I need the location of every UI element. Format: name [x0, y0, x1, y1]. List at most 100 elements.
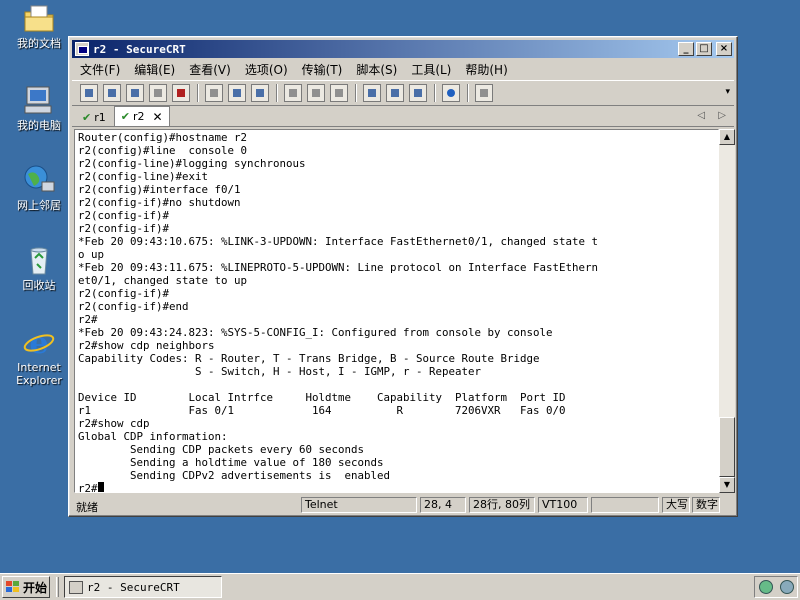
find-icon[interactable] [251, 84, 269, 102]
desktop-icon-network[interactable]: 网上邻居 [6, 164, 72, 212]
status-protocol: Telnet [301, 497, 417, 513]
terminal-screen[interactable]: Router(config)#hostname r2 r2(config)#lin… [74, 129, 719, 493]
desktop-icon-label: 我的电脑 [17, 119, 61, 132]
menu-edit[interactable]: 编辑(E) [134, 61, 175, 78]
scroll-up-icon[interactable]: ▲ [719, 129, 735, 145]
connect-icon[interactable] [80, 84, 98, 102]
svg-text:e: e [29, 326, 48, 358]
terminal-line: r2#show cdp [78, 417, 150, 430]
toolbar-separator [355, 84, 357, 102]
menu-transfer[interactable]: 传输(T) [302, 61, 343, 78]
print-icon[interactable] [330, 84, 348, 102]
quick-connect-icon[interactable] [103, 84, 121, 102]
desktop-icon-my-documents[interactable]: 我的文档 [6, 2, 72, 50]
status-blank [591, 497, 659, 513]
toolbar-separator [276, 84, 278, 102]
folder-icon [24, 5, 54, 32]
status-bar: 就绪 Telnet 28, 4 28行, 80列 VT100 大写 数字 [72, 496, 734, 514]
tab-scroll-left-icon[interactable]: ◁ [697, 110, 705, 121]
global-options-icon[interactable] [386, 84, 404, 102]
toolbar-separator [434, 84, 436, 102]
status-cursor-pos: 28, 4 [420, 497, 466, 513]
securecrt-window[interactable]: r2 - SecureCRT _ □ × 文件(F) 编辑(E) 查看(V) 选… [68, 36, 738, 517]
terminal-line: Sending a holdtime value of 180 seconds [78, 456, 384, 469]
desktop-icon-label: 网上邻居 [17, 199, 61, 212]
toolbar-separator [197, 84, 199, 102]
tab-navigation: ◁ ▷ [687, 110, 726, 121]
terminal-line: Global CDP information: [78, 430, 228, 443]
session-options-icon[interactable] [363, 84, 381, 102]
help-icon[interactable] [442, 84, 460, 102]
menu-tools[interactable]: 工具(L) [411, 61, 451, 78]
system-tray [754, 576, 798, 598]
status-size: 28行, 80列 [469, 497, 535, 513]
securecrt-app-icon[interactable] [75, 42, 89, 56]
tab-label: r1 [94, 110, 106, 124]
terminal-line: r2#show cdp neighbors [78, 339, 215, 352]
reconnect-icon[interactable] [149, 84, 167, 102]
print-selection-icon[interactable] [307, 84, 325, 102]
task-label: r2 - SecureCRT [87, 580, 180, 594]
terminal-line: o up [78, 248, 105, 261]
terminal-line: r2(config-line)#logging synchronous [78, 157, 306, 170]
title-bar[interactable]: r2 - SecureCRT _ □ × [72, 40, 734, 58]
terminal-line: r2(config-if)#end [78, 300, 189, 313]
computer-icon [24, 86, 52, 114]
scroll-thumb[interactable] [719, 417, 735, 477]
terminal-line: *Feb 20 09:43:10.675: %LINK-3-UPDOWN: In… [78, 235, 599, 248]
tab-r2[interactable]: ✔ r2 ✕ [113, 106, 170, 126]
close-button[interactable]: × [716, 42, 732, 56]
desktop-icon-recycle-bin[interactable]: 回收站 [6, 244, 72, 292]
desktop-icon-my-computer[interactable]: 我的电脑 [6, 84, 72, 132]
desktop-icon-internet-explorer[interactable]: e Internet Explorer [6, 326, 72, 387]
paste-icon[interactable] [228, 84, 246, 102]
menu-bar: 文件(F) 编辑(E) 查看(V) 选项(O) 传输(T) 脚本(S) 工具(L… [72, 59, 734, 79]
windows-flag-icon [6, 581, 20, 593]
terminal-prompt: r2# [78, 482, 98, 493]
menu-help[interactable]: 帮助(H) [465, 61, 507, 78]
session-tab-bar: ✔ r1 ✔ r2 ✕ ◁ ▷ [72, 106, 734, 127]
terminal-cursor [97, 482, 104, 492]
connected-check-icon: ✔ [82, 110, 92, 124]
menu-options[interactable]: 选项(O) [245, 61, 288, 78]
toolbar-chevron-icon[interactable]: ▾ [725, 87, 730, 97]
tray-network-icon[interactable] [758, 580, 773, 594]
tab-r1[interactable]: ✔ r1 [76, 108, 112, 126]
scroll-down-icon[interactable]: ▼ [719, 477, 735, 493]
status-num: 数字 [692, 497, 720, 513]
menu-view[interactable]: 查看(V) [189, 61, 231, 78]
menu-file[interactable]: 文件(F) [80, 61, 120, 78]
terminal-line: et0/1, changed state to up [78, 274, 248, 287]
toolbar-separator [467, 84, 469, 102]
terminal-line: Capability Codes: R - Router, T - Trans … [78, 352, 540, 365]
tab-close-icon[interactable]: ✕ [153, 110, 163, 124]
key-map-icon[interactable] [409, 84, 427, 102]
start-button[interactable]: 开始 [2, 576, 50, 598]
terminal-line: S - Switch, H - Host, I - IGMP, r - Repe… [78, 365, 482, 378]
disconnect-icon[interactable] [172, 84, 190, 102]
copy-icon[interactable] [205, 84, 223, 102]
taskbar-button-securecrt[interactable]: r2 - SecureCRT [64, 576, 222, 598]
status-ready: 就绪 [76, 501, 98, 514]
toolbar: ▾ [72, 80, 734, 106]
desktop-icon-label: 回收站 [22, 279, 56, 292]
window-title: r2 - SecureCRT [93, 42, 186, 56]
network-icon [24, 165, 55, 192]
maximize-button[interactable]: □ [696, 42, 712, 56]
terminal-line: Sending CDPv2 advertisements is enabled [78, 469, 391, 482]
tab-scroll-right-icon[interactable]: ▷ [718, 110, 726, 121]
ie-icon: e [23, 326, 55, 358]
print-setup-icon[interactable] [284, 84, 302, 102]
menu-script[interactable]: 脚本(S) [356, 61, 397, 78]
terminal-line: *Feb 20 09:43:24.823: %SYS-5-CONFIG_I: C… [78, 326, 553, 339]
terminal-line: r2(config-if)# [78, 222, 170, 235]
tray-volume-icon[interactable] [779, 580, 794, 594]
terminal-line: *Feb 20 09:43:11.675: %LINEPROTO-5-UPDOW… [78, 261, 599, 274]
minimize-button[interactable]: _ [678, 42, 694, 56]
connect-tab-icon[interactable] [126, 84, 144, 102]
vertical-scrollbar[interactable]: ▲ ▼ [719, 129, 735, 493]
terminal-line: Router(config)#hostname r2 [78, 131, 248, 144]
sftp-icon[interactable] [475, 84, 493, 102]
recycle-bin-icon [30, 247, 48, 275]
